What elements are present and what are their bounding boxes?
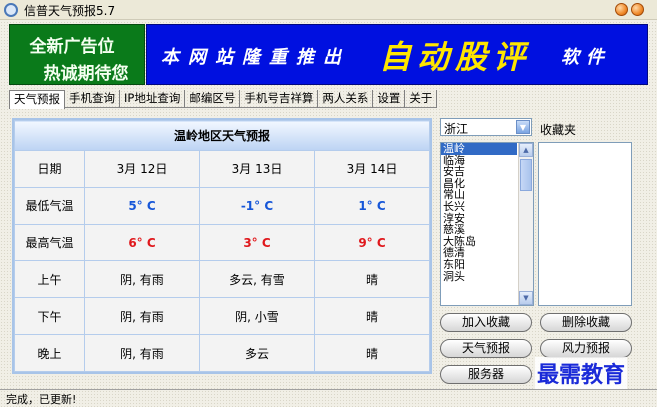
row-label-afternoon: 下午 [14,297,85,336]
favorites-list[interactable] [538,142,632,306]
evening-cell: 晴 [314,334,430,372]
tab-bar: 天气预报 手机查询 IP地址查询 邮编区号 手机号吉祥算 两人关系 设置 关于 [9,90,438,109]
row-label-morning: 上午 [14,260,85,299]
morning-cell: 阴, 有雨 [84,260,200,299]
promo-highlight: 自动股评 [379,38,532,76]
morning-cell: 晴 [314,260,430,299]
scroll-up-icon[interactable]: ▲ [519,143,533,157]
tab-relationship[interactable]: 两人关系 [318,90,374,108]
tab-phone-lookup[interactable]: 手机查询 [65,90,120,108]
morning-cell: 多云, 有雪 [199,260,315,299]
afternoon-cell: 阴, 小雪 [199,297,315,336]
afternoon-cell: 晴 [314,297,430,336]
low-temp-cell: 5° C [84,186,200,225]
city-item[interactable]: 东阳 [441,259,517,271]
tab-about[interactable]: 关于 [405,90,438,108]
weather-forecast-button[interactable]: 天气预报 [440,339,532,358]
add-favorite-button[interactable]: 加入收藏 [440,313,532,332]
promo-text-1: 本网站隆重推出 [161,47,350,68]
window-title: 信普天气预报5.7 [24,4,116,18]
low-temp-cell: -1° C [199,186,315,225]
scroll-down-icon[interactable]: ▼ [519,291,533,305]
date-cell: 3月 14日 [314,150,430,188]
low-temp-cell: 1° C [314,186,430,225]
evening-cell: 阴, 有雨 [84,334,200,372]
province-select[interactable]: 浙江 ▼ [440,118,532,136]
tab-postcode[interactable]: 邮编区号 [185,90,241,108]
forecast-caption: 温岭地区天气预报 [14,120,430,151]
row-label-high-temp: 最高气温 [14,223,85,262]
row-label-evening: 晚上 [14,334,85,372]
city-item[interactable]: 慈溪 [441,224,517,236]
close-button[interactable] [631,3,644,16]
promo-text-2: 软件 [561,47,611,68]
minimize-button[interactable] [615,3,628,16]
high-temp-cell: 9° C [314,223,430,262]
status-bar: 完成，已更新! [0,389,657,406]
city-list[interactable]: 温岭 临海 安吉 昌化 常山 长兴 淳安 慈溪 大陈岛 德清 东阳 洞头 ▲ ▼ [440,142,534,306]
favorites-label: 收藏夹 [540,123,577,137]
status-text: 完成，已更新! [6,393,77,406]
app-icon [4,3,18,17]
ad-line-1: 全新广告位 [29,37,115,57]
province-value: 浙江 [444,122,469,136]
city-item[interactable]: 长兴 [441,201,517,213]
tab-phone-luck[interactable]: 手机号吉祥算 [240,90,319,108]
evening-cell: 多云 [199,334,315,372]
tab-weather-forecast[interactable]: 天气预报 [9,90,65,109]
scroll-thumb[interactable] [520,159,532,191]
date-cell: 3月 12日 [84,150,200,188]
ad-banner[interactable]: 全新广告位 热诚期待您 [9,24,145,85]
row-label-date: 日期 [14,150,85,188]
high-temp-cell: 6° C [84,223,200,262]
high-temp-cell: 3° C [199,223,315,262]
chevron-down-icon[interactable]: ▼ [516,120,530,134]
city-item[interactable]: 洞头 [441,270,517,283]
title-bar[interactable]: 信普天气预报5.7 [0,0,657,20]
ad-line-2: 热诚期待您 [43,64,129,84]
watermark: 最需教育 [535,357,628,389]
promo-banner[interactable]: 本网站隆重推出 自动股评 软件 [146,24,648,85]
tab-ip-lookup[interactable]: IP地址查询 [120,90,186,108]
server-button[interactable]: 服务器 [440,365,532,384]
city-list-scrollbar[interactable]: ▲ ▼ [518,143,533,305]
forecast-table: 温岭地区天气预报 日期 3月 12日 3月 13日 3月 14日 最低气温 5°… [12,118,432,374]
row-label-low-temp: 最低气温 [14,186,85,225]
date-cell: 3月 13日 [199,150,315,188]
city-item[interactable]: 温岭 [441,143,517,155]
wind-forecast-button[interactable]: 风力预报 [540,339,632,358]
afternoon-cell: 阴, 有雨 [84,297,200,336]
delete-favorite-button[interactable]: 删除收藏 [540,313,632,332]
tab-settings[interactable]: 设置 [373,90,406,108]
